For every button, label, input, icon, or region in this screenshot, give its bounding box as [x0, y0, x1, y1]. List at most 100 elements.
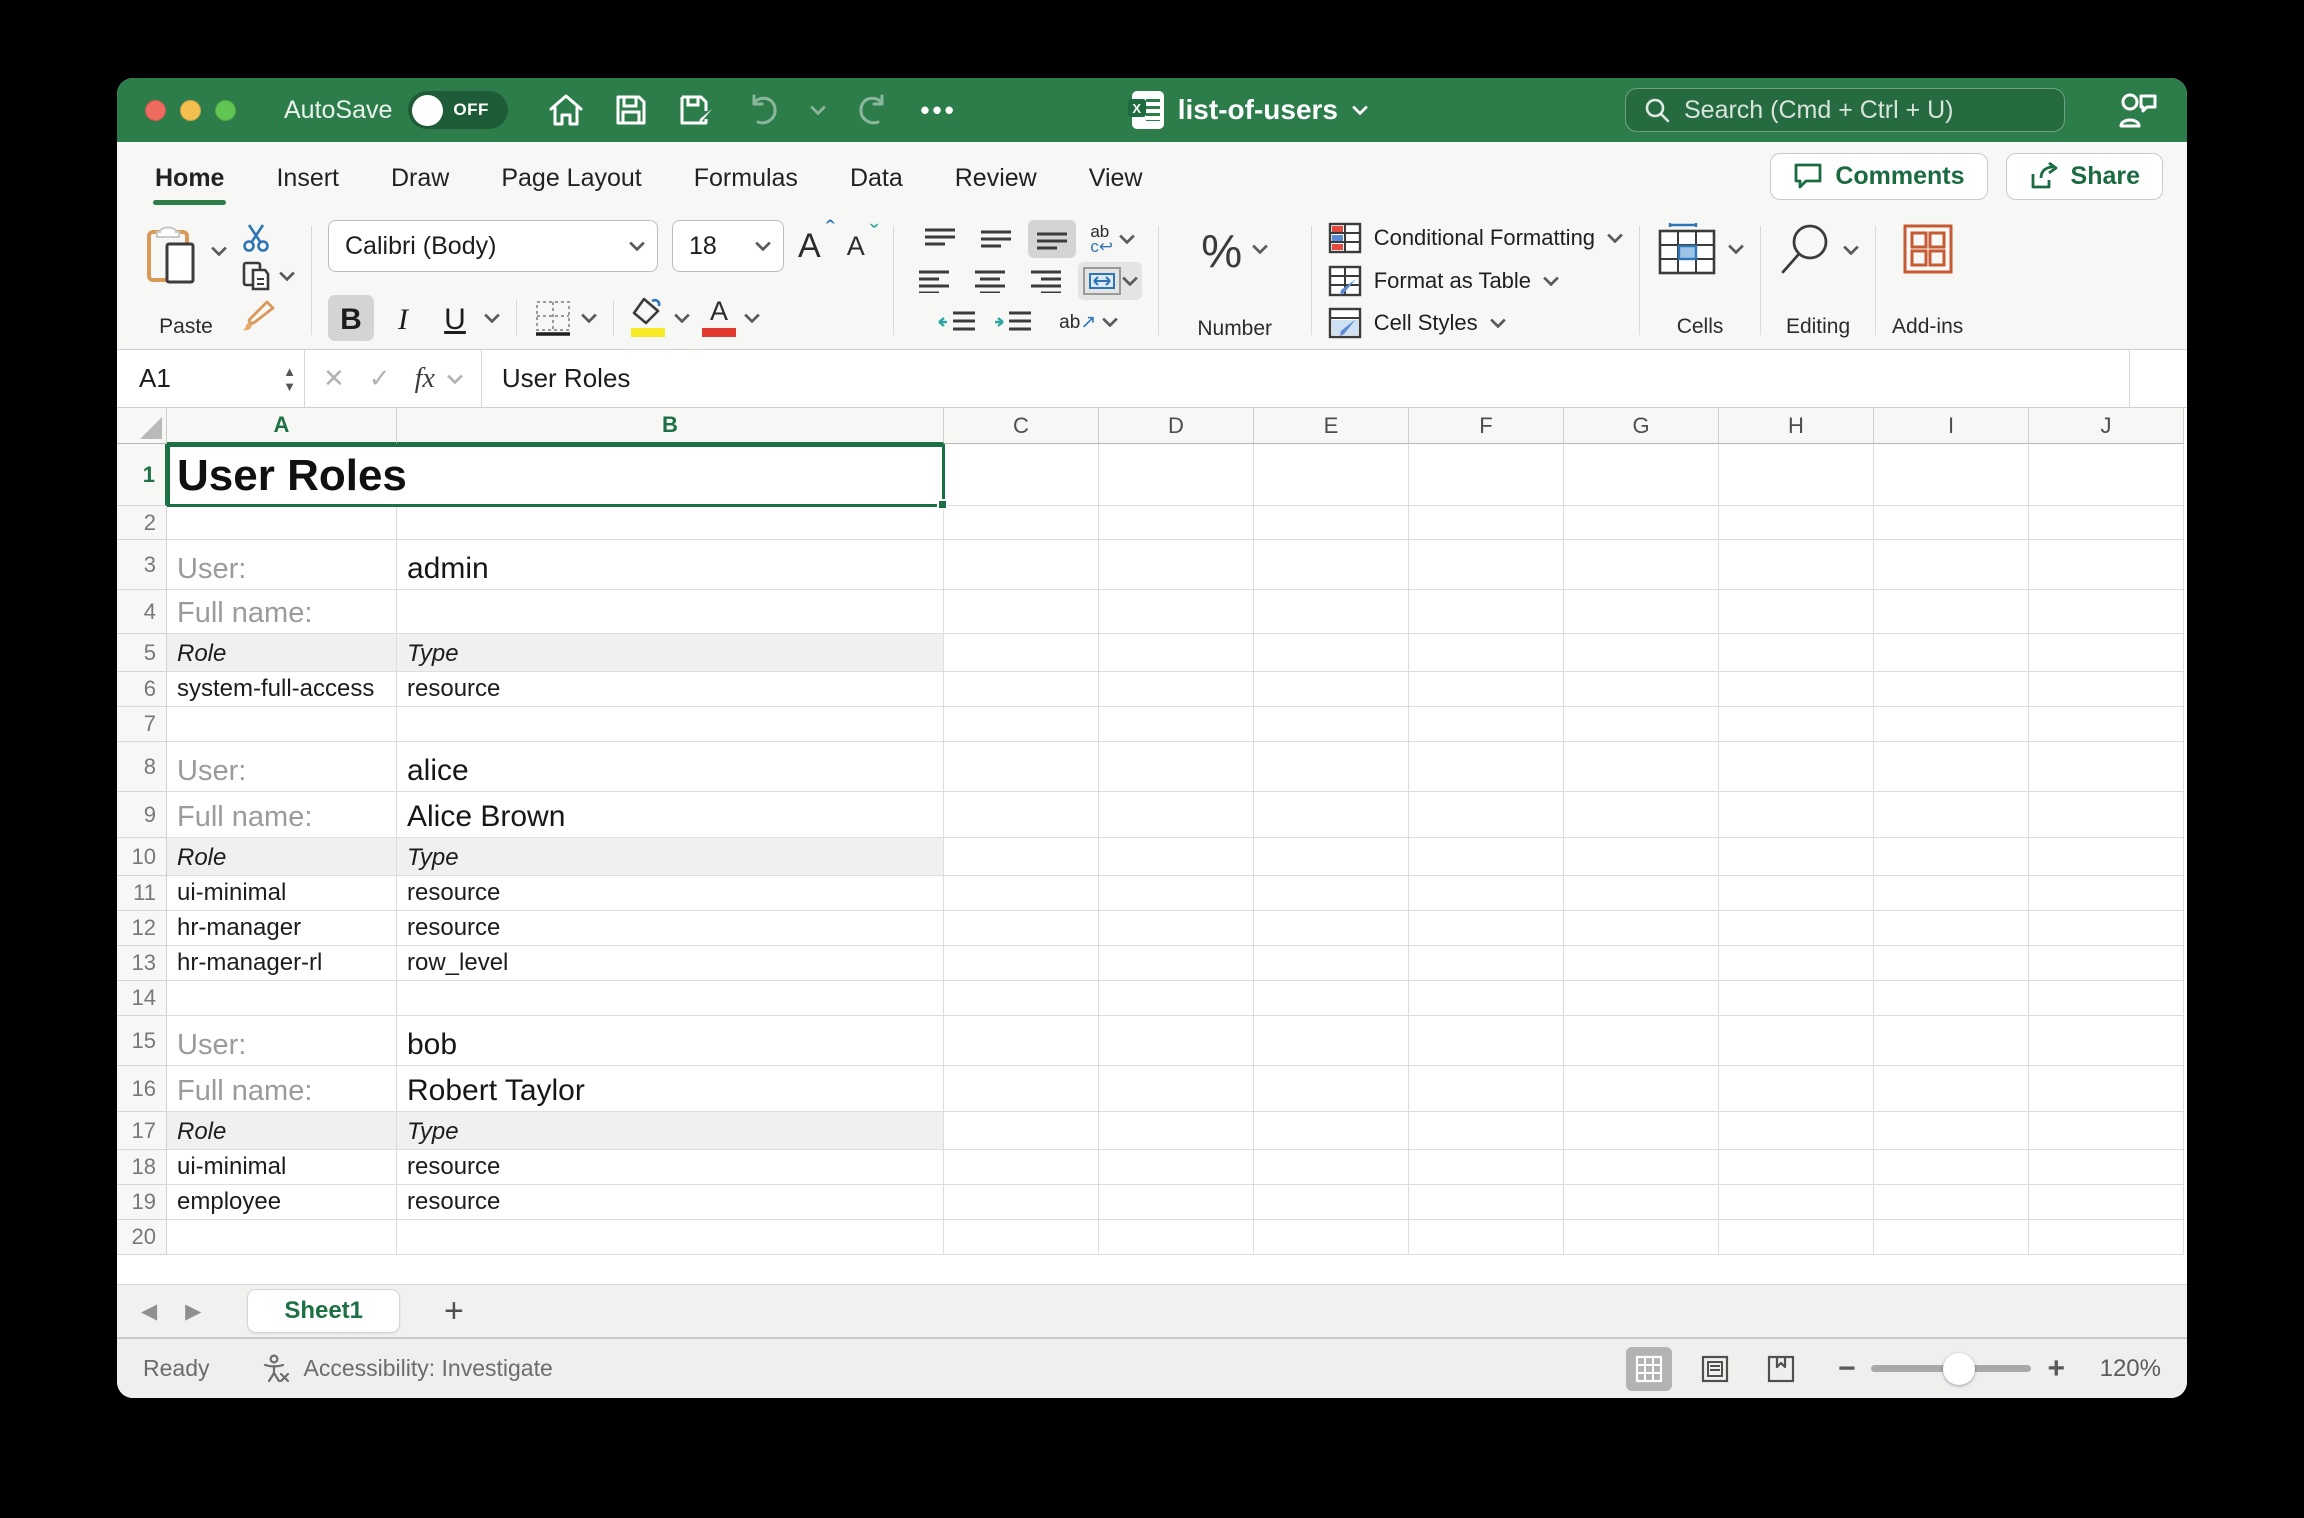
confirm-entry-icon[interactable]: ✓: [369, 363, 391, 394]
format-painter-button[interactable]: [241, 300, 295, 332]
addins-button[interactable]: Add-ins: [1892, 218, 1963, 343]
cell-g3[interactable]: [1564, 540, 1719, 590]
cell-a7[interactable]: [167, 707, 397, 742]
cell-j17[interactable]: [2029, 1112, 2184, 1150]
cell-d14[interactable]: [1099, 981, 1254, 1016]
bold-button[interactable]: B: [328, 295, 374, 341]
row-header-13[interactable]: 13: [117, 946, 167, 981]
row-header-18[interactable]: 18: [117, 1150, 167, 1185]
more-commands-icon[interactable]: •••: [920, 95, 956, 126]
cell-g16[interactable]: [1564, 1066, 1719, 1112]
next-sheet-icon[interactable]: ▶: [185, 1299, 201, 1324]
cell-i8[interactable]: [1874, 742, 2029, 792]
cell-f20[interactable]: [1409, 1220, 1564, 1255]
cell-g2[interactable]: [1564, 506, 1719, 540]
italic-button[interactable]: I: [380, 295, 426, 341]
cell-i15[interactable]: [1874, 1016, 2029, 1066]
add-sheet-button[interactable]: +: [444, 1292, 464, 1331]
cell-c7[interactable]: [944, 707, 1099, 742]
name-box[interactable]: A1 ▲ ▼: [117, 350, 305, 407]
cell-e19[interactable]: [1254, 1185, 1409, 1220]
zoom-out-button[interactable]: −: [1838, 1352, 1856, 1386]
save-icon[interactable]: [614, 93, 648, 127]
cell-i5[interactable]: [1874, 634, 2029, 672]
cell-j5[interactable]: [2029, 634, 2184, 672]
tab-view[interactable]: View: [1087, 150, 1145, 203]
cell-c13[interactable]: [944, 946, 1099, 981]
cell-h13[interactable]: [1719, 946, 1874, 981]
align-bottom-button[interactable]: [1028, 220, 1076, 258]
cell-j13[interactable]: [2029, 946, 2184, 981]
zoom-window-button[interactable]: [215, 100, 236, 121]
cell-j18[interactable]: [2029, 1150, 2184, 1185]
document-title[interactable]: list-of-users: [1178, 94, 1338, 126]
merge-center-button[interactable]: [1078, 262, 1142, 300]
cell-i11[interactable]: [1874, 876, 2029, 911]
cell-d7[interactable]: [1099, 707, 1254, 742]
cell-i10[interactable]: [1874, 838, 2029, 876]
cell-h8[interactable]: [1719, 742, 1874, 792]
cell-g14[interactable]: [1564, 981, 1719, 1016]
cell-c8[interactable]: [944, 742, 1099, 792]
borders-button[interactable]: [533, 299, 597, 337]
fill-color-button[interactable]: [630, 297, 690, 339]
autosave-toggle[interactable]: OFF: [408, 91, 508, 129]
row-header-20[interactable]: 20: [117, 1220, 167, 1255]
cell-c15[interactable]: [944, 1016, 1099, 1066]
cell-h20[interactable]: [1719, 1220, 1874, 1255]
underline-button[interactable]: U: [432, 295, 478, 341]
cell-b4[interactable]: [397, 590, 944, 634]
cell-e16[interactable]: [1254, 1066, 1409, 1112]
cut-button[interactable]: [241, 222, 295, 252]
cell-d19[interactable]: [1099, 1185, 1254, 1220]
cell-g8[interactable]: [1564, 742, 1719, 792]
cell-f9[interactable]: [1409, 792, 1564, 838]
column-header-h[interactable]: H: [1719, 408, 1874, 444]
align-left-button[interactable]: [910, 262, 958, 300]
undo-icon[interactable]: [746, 93, 780, 127]
row-header-8[interactable]: 8: [117, 742, 167, 792]
cell-h11[interactable]: [1719, 876, 1874, 911]
name-box-spinner[interactable]: ▲ ▼: [283, 365, 296, 393]
cell-j1[interactable]: [2029, 444, 2184, 506]
format-as-table-button[interactable]: Format as Table: [1328, 265, 1623, 297]
cell-j16[interactable]: [2029, 1066, 2184, 1112]
cell-i2[interactable]: [1874, 506, 2029, 540]
row-header-5[interactable]: 5: [117, 634, 167, 672]
cell-a15[interactable]: User:: [167, 1016, 397, 1066]
decrease-indent-button[interactable]: [933, 303, 981, 341]
tab-insert[interactable]: Insert: [274, 150, 341, 203]
cell-d18[interactable]: [1099, 1150, 1254, 1185]
cell-a18[interactable]: ui-minimal: [167, 1150, 397, 1185]
column-header-i[interactable]: I: [1874, 408, 2029, 444]
cell-h12[interactable]: [1719, 911, 1874, 946]
cell-a14[interactable]: [167, 981, 397, 1016]
cell-c17[interactable]: [944, 1112, 1099, 1150]
cell-f3[interactable]: [1409, 540, 1564, 590]
cell-g18[interactable]: [1564, 1150, 1719, 1185]
cell-c1[interactable]: [944, 444, 1099, 506]
row-header-19[interactable]: 19: [117, 1185, 167, 1220]
cell-d13[interactable]: [1099, 946, 1254, 981]
cell-d3[interactable]: [1099, 540, 1254, 590]
cell-i1[interactable]: [1874, 444, 2029, 506]
cell-j15[interactable]: [2029, 1016, 2184, 1066]
cell-d10[interactable]: [1099, 838, 1254, 876]
zoom-slider[interactable]: [1871, 1365, 2031, 1372]
row-header-4[interactable]: 4: [117, 590, 167, 634]
cell-b5[interactable]: Type: [397, 634, 944, 672]
cell-h4[interactable]: [1719, 590, 1874, 634]
editing-button[interactable]: Editing: [1777, 218, 1859, 343]
column-header-d[interactable]: D: [1099, 408, 1254, 444]
cell-e4[interactable]: [1254, 590, 1409, 634]
cell-e1[interactable]: [1254, 444, 1409, 506]
cell-a1-merged[interactable]: User Roles: [167, 444, 944, 506]
cell-c3[interactable]: [944, 540, 1099, 590]
cell-c16[interactable]: [944, 1066, 1099, 1112]
font-size-select[interactable]: 18: [672, 220, 784, 272]
cell-d15[interactable]: [1099, 1016, 1254, 1066]
prev-sheet-icon[interactable]: ◀: [141, 1299, 157, 1324]
cell-a5[interactable]: Role: [167, 634, 397, 672]
cell-a3[interactable]: User:: [167, 540, 397, 590]
cell-c18[interactable]: [944, 1150, 1099, 1185]
